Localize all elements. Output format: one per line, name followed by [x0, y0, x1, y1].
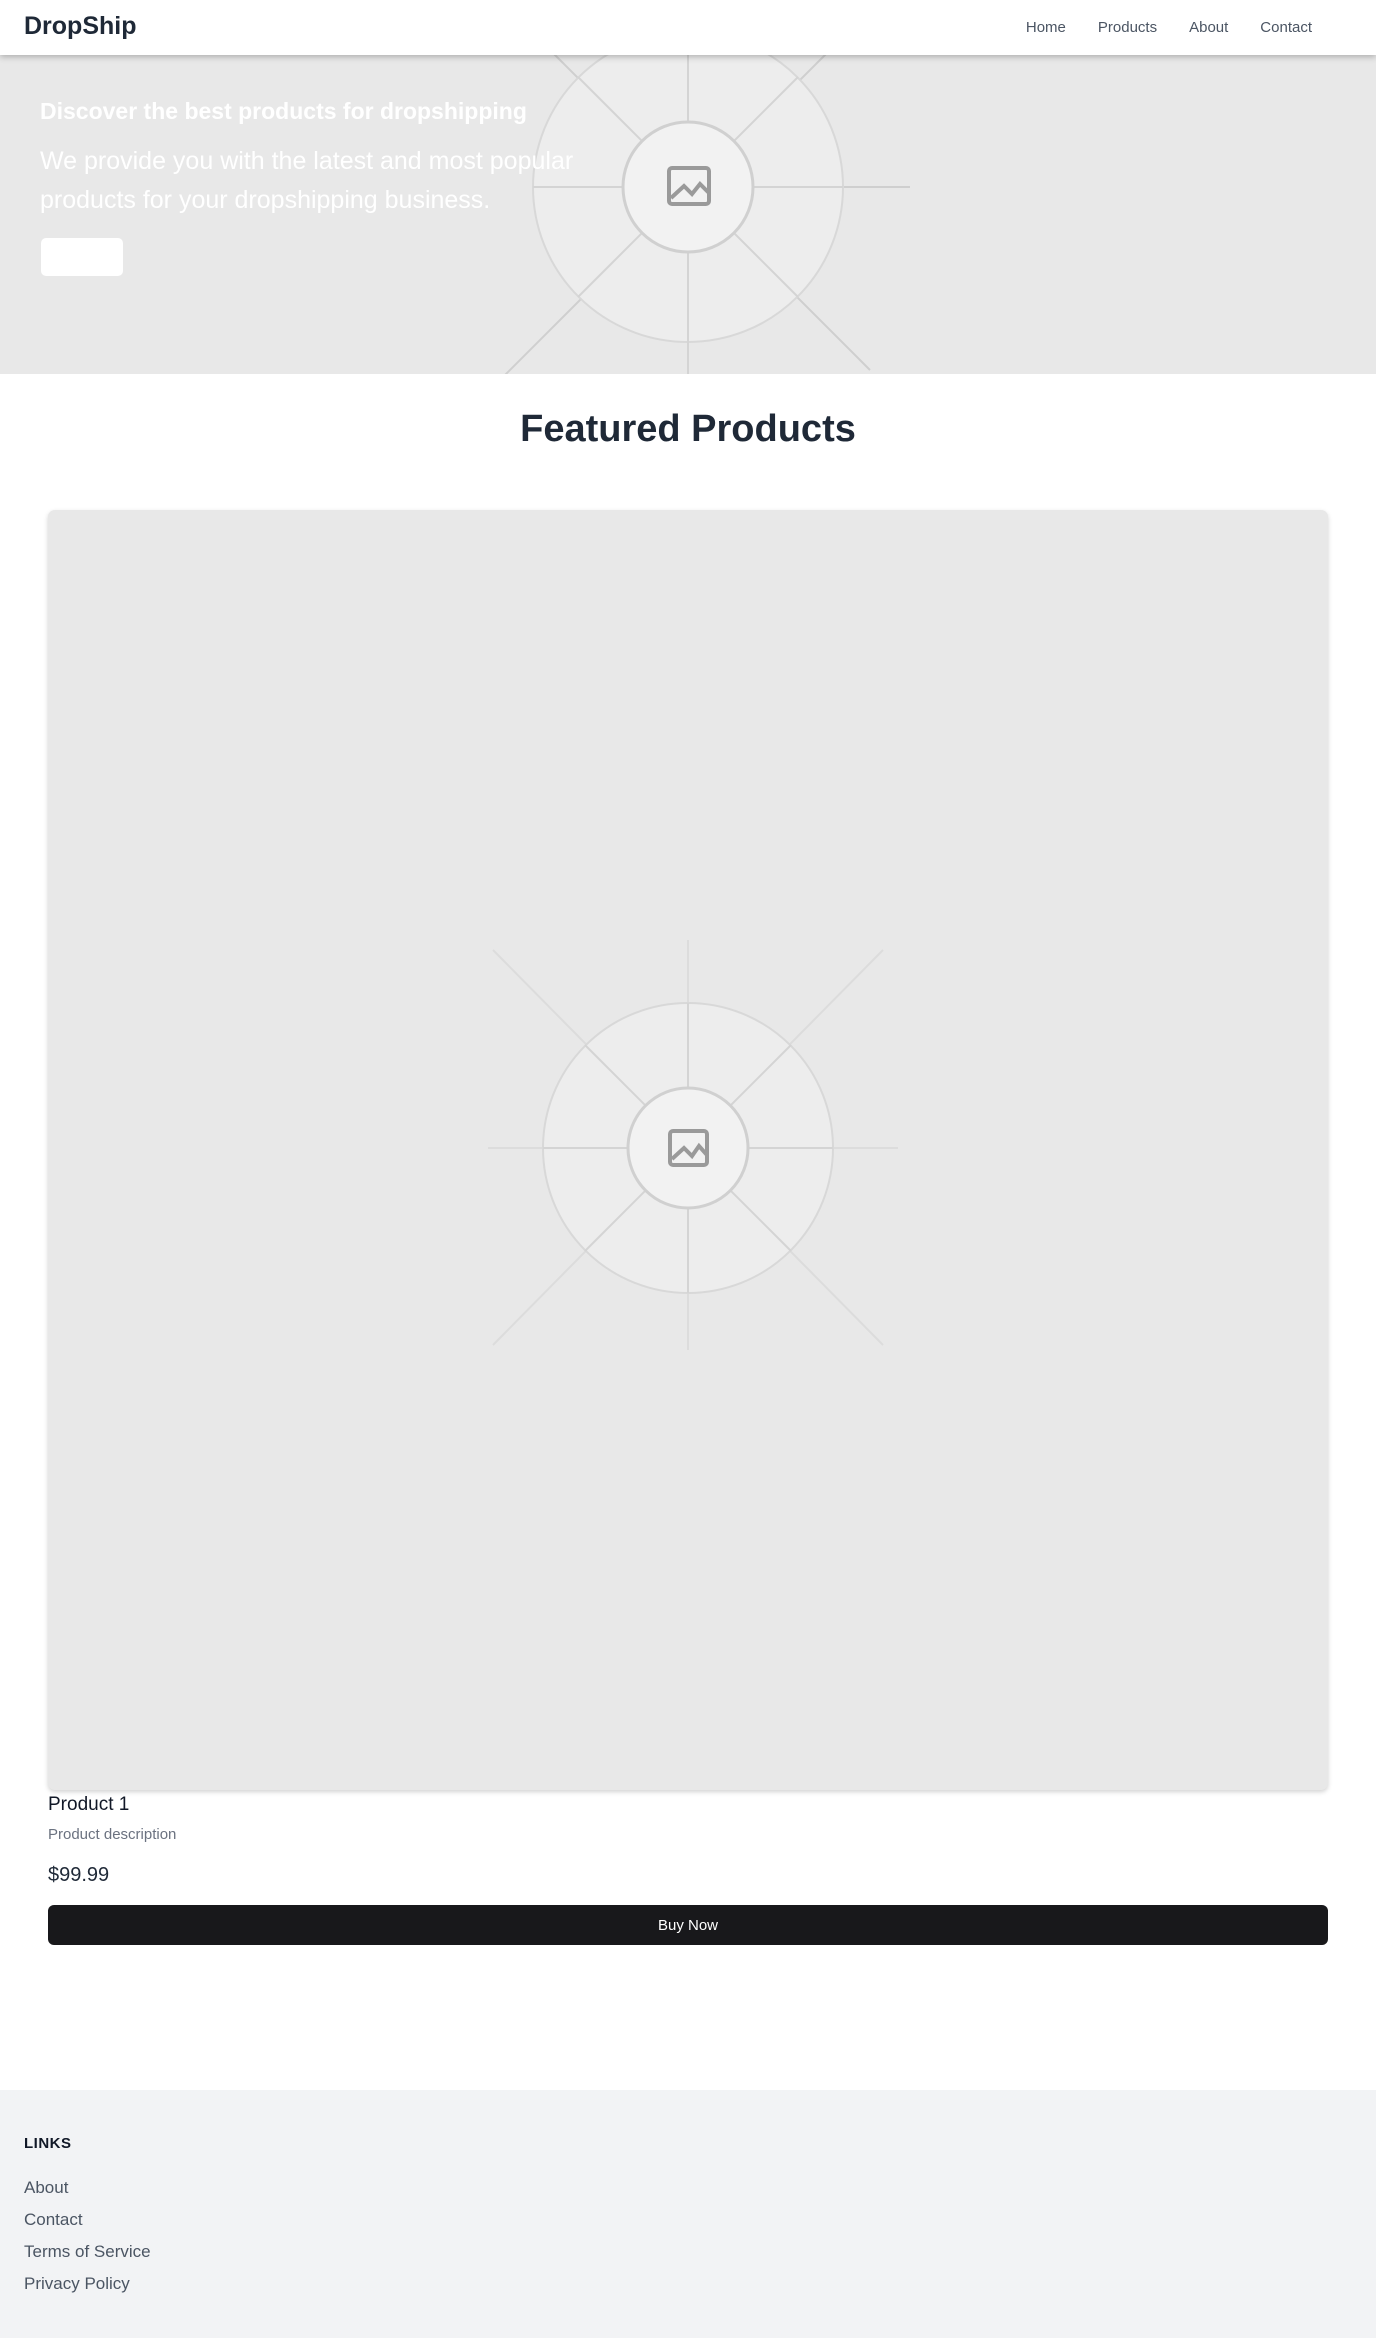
product-image[interactable]	[48, 510, 1328, 1790]
hero-text: We provide you with the latest and most …	[40, 147, 574, 214]
footer-link-terms[interactable]: Terms of Service	[24, 2242, 151, 2274]
product-image-placeholder	[488, 940, 898, 1350]
footer-link-contact[interactable]: Contact	[24, 2210, 151, 2242]
product-name[interactable]: Product 1	[48, 1794, 129, 1816]
product-description: Product description	[48, 1826, 177, 1843]
footer: LINKS About Contact Terms of Service Pri…	[0, 2090, 1376, 2338]
hero-title: Discover the best products for dropshipp…	[40, 98, 527, 124]
product-price: $99.99	[48, 1864, 110, 1886]
footer-link-privacy[interactable]: Privacy Policy	[24, 2274, 151, 2306]
hero-banner: Discover the best products for dropshipp…	[0, 0, 1376, 374]
hero-cta-button[interactable]	[41, 238, 123, 276]
footer-link-about[interactable]: About	[24, 2178, 151, 2210]
nav-home-link[interactable]: Home	[1026, 19, 1066, 36]
nav-about-link[interactable]: About	[1189, 19, 1228, 36]
buy-now-button[interactable]: Buy Now	[48, 1905, 1328, 1945]
featured-products-title: Featured Products	[520, 408, 856, 450]
nav-products-link[interactable]: Products	[1098, 19, 1157, 36]
nav-contact-link[interactable]: Contact	[1260, 19, 1312, 36]
footer-links-heading: LINKS	[24, 2135, 72, 2152]
brand-logo[interactable]: DropShip	[24, 12, 137, 41]
top-navbar: DropShip Home Products About Contact	[0, 0, 1376, 55]
footer-links-list: About Contact Terms of Service Privacy P…	[24, 2178, 151, 2306]
main-nav: Home Products About Contact	[1026, 0, 1312, 55]
product-card: Product 1 Product description $99.99 Buy…	[48, 510, 1328, 1945]
